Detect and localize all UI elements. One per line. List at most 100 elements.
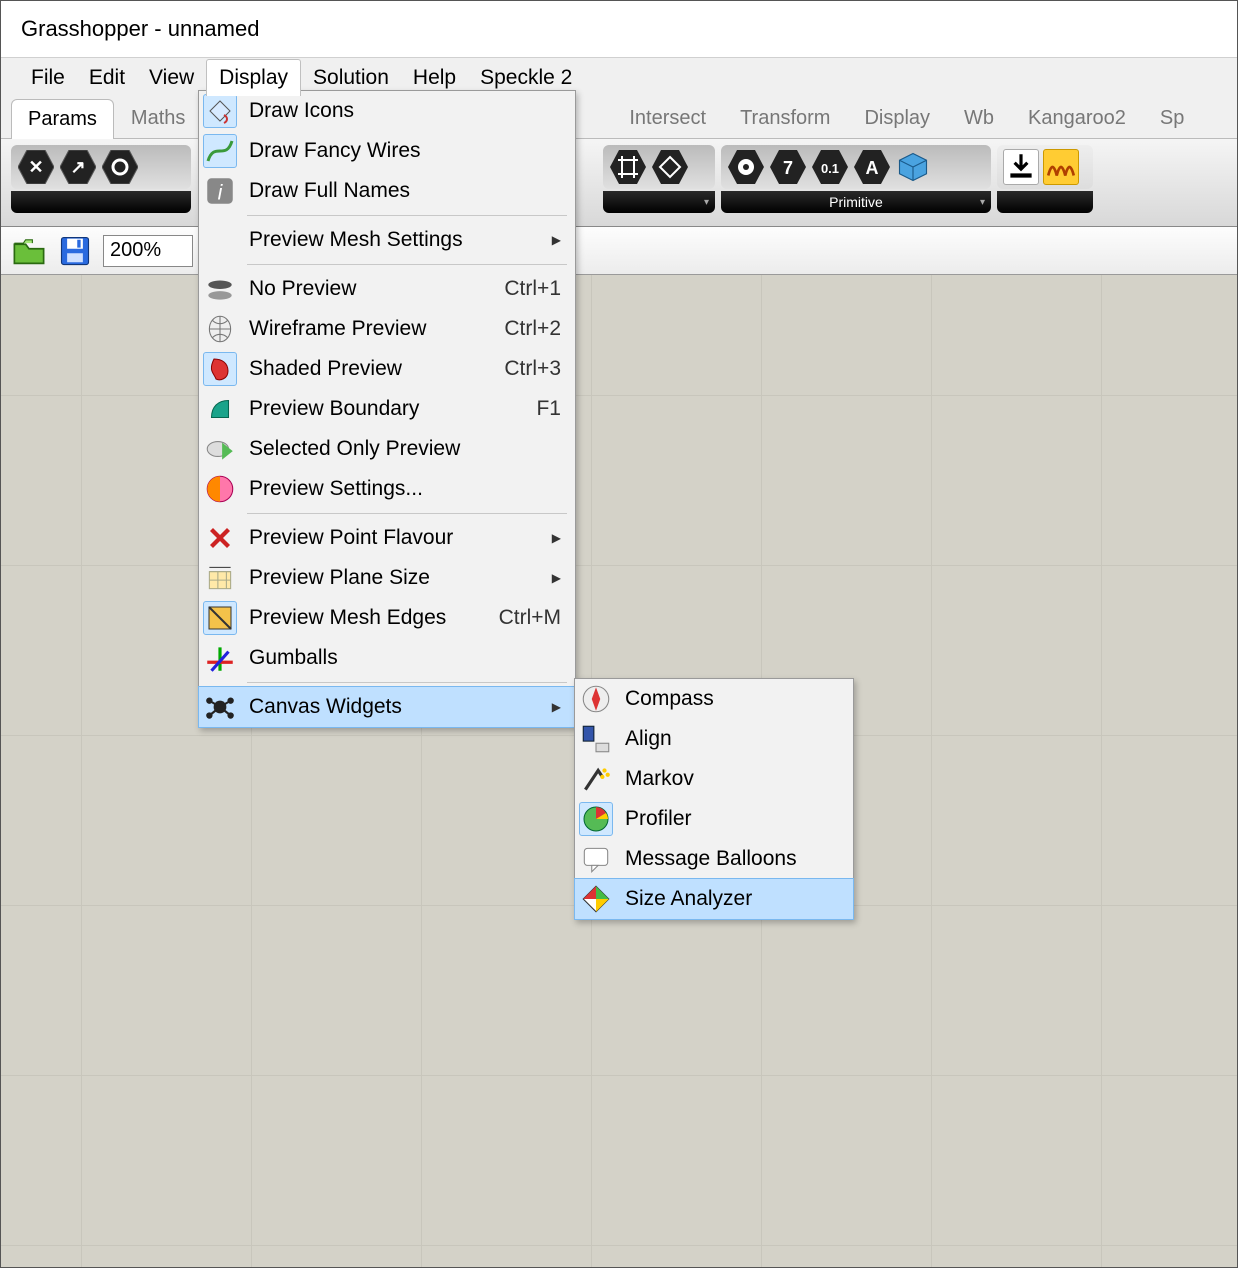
menu-item-preview-plane-size[interactable]: Preview Plane Size▶ — [199, 558, 575, 598]
app-window: Grasshopper - unnamed FileEditViewDispla… — [0, 0, 1238, 1268]
shaded-icon — [203, 352, 237, 386]
menu-item-canvas-widgets[interactable]: Canvas Widgets ▶ — [199, 687, 575, 727]
tab-maths[interactable]: Maths — [114, 98, 202, 138]
hex-seven-icon[interactable]: 7 — [769, 149, 807, 185]
hex-diamond-icon[interactable] — [651, 149, 689, 185]
hex-arrow-icon[interactable]: ↗ — [59, 149, 97, 185]
menu-item-label: Compass — [625, 687, 839, 711]
svg-text:A: A — [866, 158, 879, 178]
cube-icon[interactable] — [895, 149, 931, 185]
hex-x-icon[interactable]: ✕ — [17, 149, 55, 185]
menu-item-preview-settings-[interactable]: Preview Settings... — [199, 469, 575, 509]
tab-display[interactable]: Display — [847, 98, 947, 138]
tab-sp[interactable]: Sp — [1143, 98, 1201, 138]
menu-item-shaded-preview[interactable]: Shaded PreviewCtrl+3 — [199, 349, 575, 389]
ribbon-group-label — [997, 191, 1093, 213]
menu-item-label: No Preview — [249, 277, 472, 301]
ribbon-group-label-text: Primitive — [829, 194, 883, 210]
menu-item-label: Draw Icons — [249, 99, 561, 123]
hex-donut-icon[interactable] — [727, 149, 765, 185]
open-file-icon[interactable] — [11, 233, 47, 269]
tab-params[interactable]: Params — [11, 99, 114, 139]
menu-item-preview-mesh-edges[interactable]: Preview Mesh Edges Ctrl+M — [199, 598, 575, 638]
menu-item-label: Gumballs — [249, 646, 561, 670]
menu-item-wireframe-preview[interactable]: Wireframe PreviewCtrl+2 — [199, 309, 575, 349]
shortcut: Ctrl+M — [499, 606, 561, 630]
menu-item-label: Wireframe Preview — [249, 317, 472, 341]
menu-item-label: Message Balloons — [625, 847, 839, 871]
nopreview-icon — [203, 272, 237, 306]
svg-text:0.1: 0.1 — [821, 161, 839, 176]
menu-item-label: Markov — [625, 767, 839, 791]
gumball-icon — [203, 641, 237, 675]
menu-item-preview-point-flavour[interactable]: Preview Point Flavour▶ — [199, 518, 575, 558]
ribbon-icon-row: 7 0.1 A — [721, 145, 991, 189]
canvas-widgets-submenu: Compass Align Markov Profiler Message Balloo… — [574, 678, 854, 920]
widget-item-message-balloons[interactable]: Message Balloons — [575, 839, 853, 879]
menu-item-label: Draw Full Names — [249, 179, 561, 203]
ribbon-group-label[interactable]: ▾ — [603, 191, 715, 213]
menu-item-selected-only-preview[interactable]: Selected Only Preview — [199, 429, 575, 469]
widget-item-size-analyzer[interactable]: Size Analyzer — [575, 879, 853, 919]
save-file-icon[interactable] — [57, 233, 93, 269]
tab-wb[interactable]: Wb — [947, 98, 1011, 138]
size-analyzer-icon — [579, 882, 613, 916]
selected-only-icon — [203, 432, 237, 466]
menu-item-gumballs[interactable]: Gumballs — [199, 638, 575, 678]
hex-mesh-icon[interactable] — [609, 149, 647, 185]
boundary-icon — [203, 392, 237, 426]
info-icon: i — [203, 174, 237, 208]
menu-display[interactable]: Display — [206, 59, 301, 96]
ribbon-icon-row — [997, 145, 1093, 189]
ribbon-tab-strip: ParamsMaths IntersectTransformDisplayWbKa… — [1, 97, 1237, 139]
display-menu: Draw Icons Draw Fancy Wiresi Draw Full Nam… — [198, 90, 576, 728]
ribbon-group-left: ✕ ↗ — [11, 145, 191, 213]
menu-item-label: Profiler — [625, 807, 839, 831]
mesh-edges-icon — [203, 601, 237, 635]
ribbon-icon-row — [603, 145, 715, 189]
tab-transform[interactable]: Transform — [723, 98, 847, 138]
ribbon: ✕ ↗ ▾ 7 0.1 A Primitive▾ — [1, 139, 1237, 227]
menu-item-label: Preview Mesh Edges — [249, 606, 467, 630]
menu-item-preview-mesh-settings[interactable]: Preview Mesh Settings ▶ — [199, 220, 575, 260]
menu-item-label: Size Analyzer — [625, 887, 839, 911]
menu-bar: FileEditViewDisplaySolutionHelpSpeckle 2 — [1, 57, 1237, 97]
menu-item-label: Canvas Widgets — [249, 695, 540, 719]
tab-intersect[interactable]: Intersect — [612, 98, 723, 138]
menu-item-label: Preview Mesh Settings — [249, 228, 540, 252]
svg-text:✕: ✕ — [28, 157, 43, 177]
menu-edit[interactable]: Edit — [77, 60, 137, 96]
menu-item-label: Preview Plane Size — [249, 566, 540, 590]
tab-kangaroo2[interactable]: Kangaroo2 — [1011, 98, 1143, 138]
widget-item-profiler[interactable]: Profiler — [575, 799, 853, 839]
submenu-arrow-icon: ▶ — [552, 531, 561, 545]
menu-item-label: Align — [625, 727, 839, 751]
hex-circle-icon[interactable] — [101, 149, 139, 185]
hex-a-icon[interactable]: A — [853, 149, 891, 185]
hex-01-icon[interactable]: 0.1 — [811, 149, 849, 185]
widget-item-markov[interactable]: Markov — [575, 759, 853, 799]
submenu-arrow-icon: ▶ — [552, 233, 561, 247]
menu-view[interactable]: View — [137, 60, 206, 96]
download-icon[interactable] — [1003, 149, 1039, 185]
quick-bar: 200% — [1, 227, 1237, 275]
widget-item-align[interactable]: Align — [575, 719, 853, 759]
ribbon-group-label — [11, 191, 191, 213]
menu-file[interactable]: File — [19, 60, 77, 96]
settings-icon — [203, 472, 237, 506]
menu-item-draw-full-names[interactable]: i Draw Full Names — [199, 171, 575, 211]
svg-text:↗: ↗ — [70, 157, 85, 177]
menu-item-preview-boundary[interactable]: Preview BoundaryF1 — [199, 389, 575, 429]
plane-size-icon — [203, 561, 237, 595]
zoom-input[interactable]: 200% — [103, 235, 193, 267]
widget-item-compass[interactable]: Compass — [575, 679, 853, 719]
submenu-arrow-icon: ▶ — [552, 700, 561, 714]
ribbon-group-mid: ▾ — [603, 145, 715, 213]
bucket-icon — [203, 94, 237, 128]
menu-item-no-preview[interactable]: No PreviewCtrl+1 — [199, 269, 575, 309]
ribbon-group-label-primitive[interactable]: Primitive▾ — [721, 191, 991, 213]
menu-item-draw-icons[interactable]: Draw Icons — [199, 91, 575, 131]
wires-icon — [203, 134, 237, 168]
menu-item-draw-fancy-wires[interactable]: Draw Fancy Wires — [199, 131, 575, 171]
spectrum-icon[interactable] — [1043, 149, 1079, 185]
